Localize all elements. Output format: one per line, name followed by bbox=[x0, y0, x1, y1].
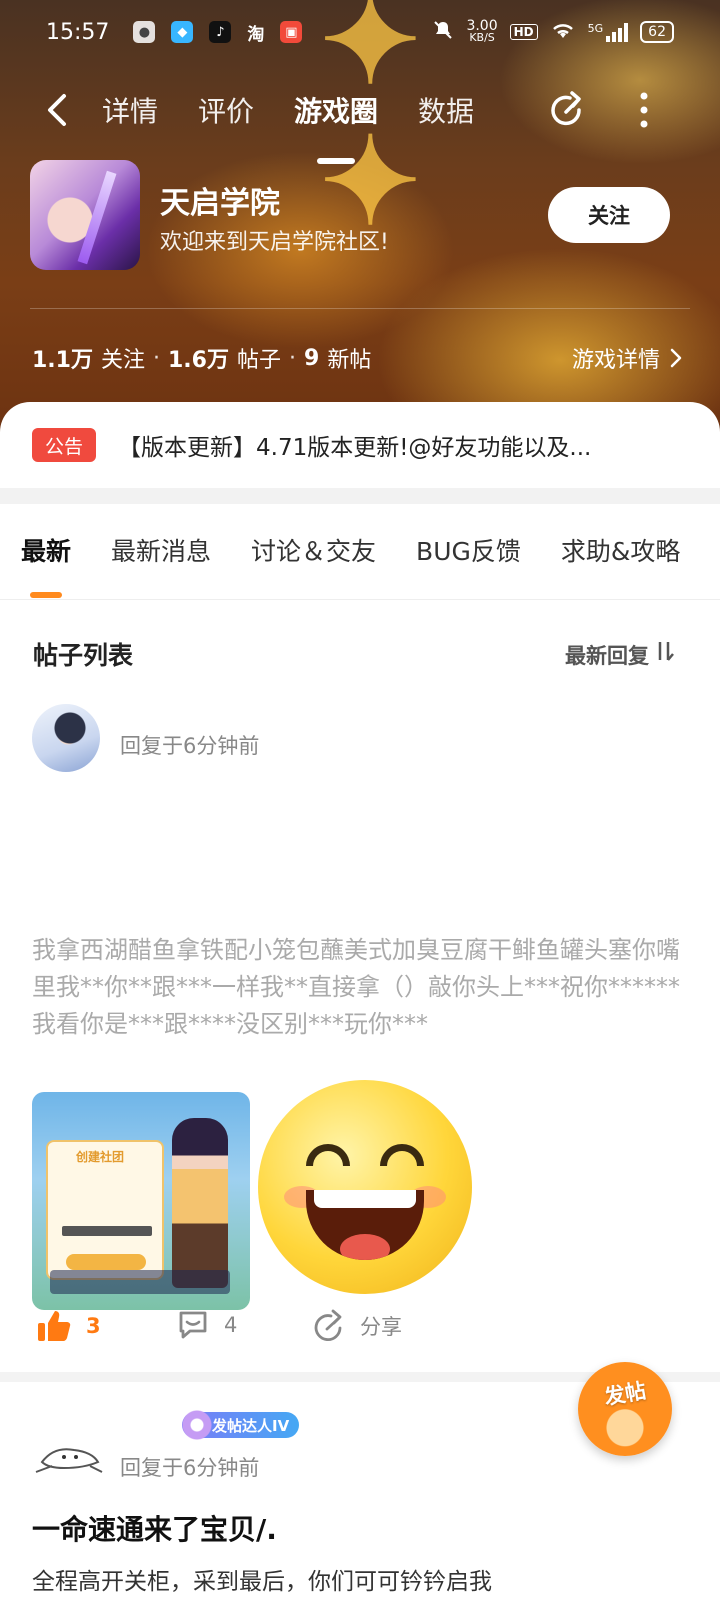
thumbs-up-icon bbox=[38, 1311, 71, 1341]
game-icon[interactable] bbox=[30, 160, 140, 270]
screenshot-dialog-title: 创建社团 bbox=[76, 1150, 125, 1164]
posts-count: 1.6万 bbox=[168, 348, 229, 373]
screenshot-character bbox=[172, 1118, 228, 1288]
post-list-title: 帖子列表 bbox=[33, 641, 134, 670]
battery-indicator: 62 bbox=[640, 21, 674, 43]
game-details-label: 游戏详情 bbox=[572, 348, 661, 373]
sort-icon bbox=[658, 642, 674, 661]
emoji-eye bbox=[380, 1144, 424, 1166]
post-actions: 3 4 分享 bbox=[36, 1308, 686, 1348]
cell-signal-icon: 5G bbox=[588, 22, 629, 42]
reply-time: 回复于6分钟前 bbox=[120, 1456, 260, 1480]
status-time: 15:57 bbox=[46, 19, 110, 45]
tab-details[interactable]: 详情 bbox=[102, 90, 158, 130]
network-speed: 3.00 KB/S bbox=[466, 18, 498, 44]
screenshot-dialog: 创建社团 bbox=[46, 1140, 164, 1280]
tab-data[interactable]: 数据 bbox=[418, 90, 474, 130]
screenshot-hotbar bbox=[50, 1270, 230, 1294]
share-label: 分享 bbox=[360, 1315, 402, 1339]
category-tab-help-guides[interactable]: 求助&攻略 bbox=[561, 532, 681, 568]
laughing-emoji-image[interactable] bbox=[258, 1080, 472, 1294]
status-bar: 15:57 ● ◆ ♪ 淘 ▣ 3.00 KB/S HD 5G 62 bbox=[0, 0, 720, 64]
more-options-icon[interactable] bbox=[634, 90, 654, 130]
post-body: 我拿西湖醋鱼拿铁配小笼包蘸美式加臭豆腐干鲱鱼罐头塞你嘴里我**你**跟***一样… bbox=[32, 936, 680, 1038]
category-tab-bug-report[interactable]: BUG反馈 bbox=[416, 532, 521, 568]
game-details-link[interactable]: 游戏详情 bbox=[572, 342, 682, 374]
sort-dropdown[interactable]: 最新回复 bbox=[565, 640, 675, 670]
game-title: 天启学院 bbox=[160, 186, 280, 221]
game-center-icon: ▣ bbox=[280, 21, 303, 43]
category-tab-latest[interactable]: 最新 bbox=[21, 532, 71, 568]
announcement-text: 【版本更新】4.71版本更新!@好友功能以及... bbox=[118, 435, 592, 461]
status-app-icons: ● ◆ ♪ 淘 ▣ bbox=[133, 21, 303, 45]
user-badge-label: 发帖达人IV bbox=[212, 1416, 290, 1435]
post-list-section: 帖子列表 最新回复 回复于6分钟前 我拿西湖醋鱼拿铁配小笼包蘸美式加臭豆腐干鲱鱼… bbox=[0, 600, 720, 1612]
like-count: 3 bbox=[86, 1314, 101, 1338]
share-icon[interactable] bbox=[546, 88, 588, 130]
tab-game-circle[interactable]: 游戏圈 bbox=[294, 90, 378, 130]
post-excerpt: 全程高开关柜，采到最后，你们可可钤钤启我 bbox=[32, 1569, 492, 1592]
back-arrow-icon[interactable] bbox=[42, 90, 72, 130]
announcement-badge: 公告 bbox=[32, 428, 96, 462]
separator-dot: · bbox=[289, 345, 296, 371]
wifi-icon bbox=[550, 20, 576, 44]
new-posts-count: 9 bbox=[304, 345, 320, 371]
comment-icon bbox=[179, 1311, 207, 1339]
category-tabs: 最新 最新消息 讨论＆交友 BUG反馈 求助&攻略 bbox=[21, 532, 680, 568]
hd-badge: HD bbox=[509, 24, 538, 40]
new-posts-label: 新帖 bbox=[327, 348, 372, 373]
taobao-icon: 淘 bbox=[247, 24, 265, 45]
like-button[interactable]: 3 bbox=[36, 1308, 101, 1344]
user-badge: 发帖达人IV bbox=[182, 1410, 300, 1440]
sort-label: 最新回复 bbox=[565, 644, 649, 668]
game-header-banner: ✦ ✦ 15:57 ● ◆ ♪ 淘 ▣ 3.00 KB/S HD 5G 62 详… bbox=[0, 0, 720, 470]
post-image-game-screenshot[interactable]: 创建社团 bbox=[32, 1092, 250, 1310]
divider bbox=[30, 308, 690, 309]
avatar[interactable] bbox=[34, 1428, 104, 1478]
qq-icon: ◆ bbox=[171, 21, 194, 43]
chevron-right-icon bbox=[670, 348, 682, 368]
share-button[interactable]: 分享 bbox=[310, 1308, 402, 1344]
follow-button[interactable]: 关注 bbox=[548, 187, 670, 243]
game-info: 天启学院 欢迎来到天启学院社区! 关注 bbox=[30, 160, 690, 270]
tab-reviews[interactable]: 评价 bbox=[198, 90, 254, 130]
badge-icon bbox=[182, 1410, 212, 1440]
category-tabs-bar: 最新 最新消息 讨论＆交友 BUG反馈 求助&攻略 bbox=[0, 504, 720, 600]
emoji-mouth bbox=[306, 1190, 424, 1260]
followers-label: 关注 bbox=[100, 348, 145, 373]
emoji-eye bbox=[306, 1144, 350, 1166]
create-post-label: 发帖 bbox=[602, 1378, 648, 1410]
reply-time: 回复于6分钟前 bbox=[120, 734, 260, 758]
create-post-button[interactable]: 发帖 bbox=[578, 1362, 672, 1456]
category-tab-discussion[interactable]: 讨论＆交友 bbox=[251, 532, 376, 568]
mute-icon bbox=[432, 19, 454, 45]
post-title: 一命速通来了宝贝/. bbox=[32, 1513, 277, 1546]
status-indicators: 3.00 KB/S HD 5G 62 bbox=[432, 19, 674, 45]
top-nav: 详情 评价 游戏圈 数据 bbox=[0, 76, 720, 146]
nav-tabs: 详情 评价 游戏圈 数据 bbox=[102, 90, 474, 130]
tiktok-icon: ♪ bbox=[209, 21, 232, 43]
screenshot-button bbox=[66, 1254, 146, 1270]
followers-count: 1.1万 bbox=[32, 348, 93, 373]
avatar[interactable] bbox=[32, 704, 100, 772]
community-stats: 1.1万 关注 · 1.6万 帖子 · 9 新帖 bbox=[32, 342, 371, 374]
separator-dot: · bbox=[153, 345, 160, 371]
comment-count: 4 bbox=[224, 1313, 238, 1337]
comment-button[interactable]: 4 bbox=[176, 1308, 237, 1342]
game-welcome-text: 欢迎来到天启学院社区! bbox=[160, 230, 389, 255]
category-tab-news[interactable]: 最新消息 bbox=[111, 532, 211, 568]
screenshot-input bbox=[62, 1226, 152, 1236]
announcement-bar[interactable]: 公告 【版本更新】4.71版本更新!@好友功能以及... bbox=[0, 402, 720, 488]
share-icon bbox=[314, 1309, 342, 1341]
wechat-icon: ● bbox=[133, 21, 156, 43]
posts-label: 帖子 bbox=[236, 348, 281, 373]
